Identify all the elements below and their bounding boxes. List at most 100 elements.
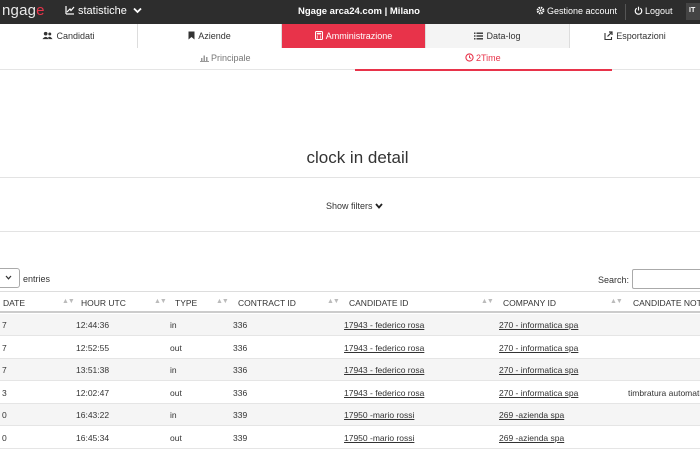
clock-icon (465, 53, 474, 62)
brand-logo[interactable]: ngage (2, 2, 45, 19)
org-title: Ngage arca24.com | Milano (298, 6, 420, 17)
sort-icon[interactable]: ▲▼ (62, 298, 75, 305)
sort-icon[interactable]: ▲▼ (610, 298, 623, 305)
sort-icon[interactable]: ▲▼ (216, 298, 229, 305)
subtab-principale-label: Principale (211, 53, 251, 63)
col-header-contract-id[interactable]: CONTRACT ID (238, 298, 296, 308)
company-link[interactable]: 270 - informatica spa (499, 343, 578, 353)
entries-label: entries (23, 274, 51, 284)
tab-esportazioni-label: Esportazioni (616, 31, 666, 41)
tab-amministrazione-label: Amministrazione (325, 31, 393, 41)
cell-hour: 13:51:38 (76, 365, 110, 376)
sort-icon[interactable]: ▲▼ (327, 298, 340, 305)
company-link[interactable]: 269 -azienda spa (499, 433, 564, 443)
active-subtab-indicator (355, 69, 612, 71)
cell-type: out (170, 342, 182, 353)
cell-contract-id: 336 (233, 365, 248, 376)
cell-contract-id: 339 (233, 433, 248, 443)
entries-per-page-select[interactable] (0, 268, 20, 288)
candidate-link[interactable]: 17950 -mario rossi (344, 410, 414, 420)
cell-date: 0 (2, 433, 7, 443)
cell-contract-id: 336 (233, 342, 248, 353)
cell-hour: 16:45:34 (76, 433, 110, 443)
tab-esportazioni[interactable]: Esportazioni (570, 24, 700, 48)
navbar-divider (625, 4, 626, 20)
col-header-candidate-note[interactable]: CANDIDATE NOTE (633, 298, 700, 308)
col-header-hour-utc[interactable]: HOUR UTC (81, 298, 126, 308)
list-icon (474, 32, 484, 40)
col-header-date[interactable]: DATE (3, 298, 25, 308)
col-header-company-id[interactable]: COMPANY ID (503, 298, 556, 308)
tab-candidati-label: Candidati (56, 31, 95, 41)
page-title: clock in detail (306, 148, 409, 167)
tab-data-log[interactable]: Data-log (426, 24, 570, 48)
company-link[interactable]: 270 - informatica spa (499, 320, 578, 330)
company-link[interactable]: 270 - informatica spa (499, 365, 578, 375)
tab-aziende-label: Aziende (198, 31, 231, 41)
brand-logo-suffix: e (36, 2, 45, 19)
logout-button[interactable]: Logout (634, 6, 673, 16)
col-header-type[interactable]: TYPE (175, 298, 197, 308)
table-header: DATE ▲▼ HOUR UTC ▲▼ TYPE ▲▼ CONTRACT ID … (0, 291, 700, 313)
divider (0, 177, 700, 178)
top-navbar: ngage statistiche Ngage arca24.com | Mil… (0, 0, 700, 24)
sub-tabs: Principale 2Time (0, 48, 700, 70)
cell-type: out (170, 387, 182, 398)
candidate-link[interactable]: 17943 - federico rosa (344, 365, 424, 375)
table-row: 3 12:02:47 out 336 17943 - federico rosa 270 … (0, 382, 700, 404)
cell-contract-id: 339 (233, 410, 248, 421)
language-selector[interactable]: IT (686, 3, 700, 20)
table-row: 7 13:51:38 in 336 17943 - federico rosa 270 -… (0, 359, 700, 382)
company-link[interactable]: 270 - informatica spa (499, 388, 578, 398)
cell-hour: 12:02:47 (76, 387, 110, 398)
show-filters-label: Show filters (326, 201, 373, 211)
account-settings-label: Gestione account (547, 6, 618, 16)
cell-type: in (170, 320, 177, 330)
users-icon (42, 31, 54, 40)
section-dropdown-label: statistiche (78, 5, 127, 17)
brand-logo-prefix: ngag (2, 2, 37, 19)
table-row: 7 12:44:36 in 336 17943 - federico rosa 270 -… (0, 314, 700, 336)
chevron-down-icon (133, 7, 142, 14)
tab-aziende[interactable]: Aziende (138, 24, 282, 48)
company-link[interactable]: 269 -azienda spa (499, 410, 564, 420)
subtab-principale[interactable]: Principale (200, 53, 251, 63)
power-icon (634, 6, 643, 15)
table-row: 7 12:52:55 out 336 17943 - federico rosa 270 … (0, 337, 700, 359)
candidate-link[interactable]: 17950 -mario rossi (344, 433, 414, 443)
tab-amministrazione[interactable]: Amministrazione (282, 24, 426, 48)
cell-candidate-note: timbratura automatica (628, 387, 700, 398)
cell-type: out (170, 433, 182, 443)
cell-date: 3 (2, 387, 7, 398)
candidate-link[interactable]: 17943 - federico rosa (344, 343, 424, 353)
cell-type: in (170, 410, 177, 421)
chevron-down-icon (5, 275, 12, 280)
col-header-candidate-id[interactable]: CANDIDATE ID (349, 298, 408, 308)
search-label: Search: (598, 275, 630, 285)
candidate-link[interactable]: 17943 - federico rosa (344, 388, 424, 398)
cell-date: 7 (2, 365, 7, 376)
calculator-icon (314, 31, 323, 40)
gear-icon (536, 6, 545, 15)
tab-data-log-label: Data-log (486, 31, 521, 41)
bar-chart-icon (200, 55, 209, 62)
show-filters-toggle[interactable]: Show filters (326, 201, 383, 211)
tab-candidati[interactable]: Candidati (0, 24, 138, 48)
subtab-2time[interactable]: 2Time (465, 53, 501, 63)
table-row: 0 16:45:34 out 339 17950 -mario rossi 269 -az… (0, 427, 700, 449)
sort-icon[interactable]: ▲▼ (481, 298, 494, 305)
cell-contract-id: 336 (233, 320, 248, 330)
cell-contract-id: 336 (233, 387, 248, 398)
cell-date: 7 (2, 320, 7, 330)
candidate-link[interactable]: 17943 - federico rosa (344, 320, 424, 330)
table-row: 0 16:43:22 in 339 17950 -mario rossi 269 -azi… (0, 404, 700, 427)
account-settings-button[interactable]: Gestione account (536, 6, 617, 16)
cell-hour: 12:44:36 (76, 320, 110, 330)
cell-hour: 12:52:55 (76, 342, 110, 353)
export-icon (604, 31, 613, 41)
search-input[interactable] (632, 269, 700, 289)
bookmark-icon (188, 31, 195, 40)
cell-type: in (170, 365, 177, 376)
sort-icon[interactable]: ▲▼ (154, 298, 167, 305)
section-dropdown[interactable]: statistiche (65, 5, 145, 17)
